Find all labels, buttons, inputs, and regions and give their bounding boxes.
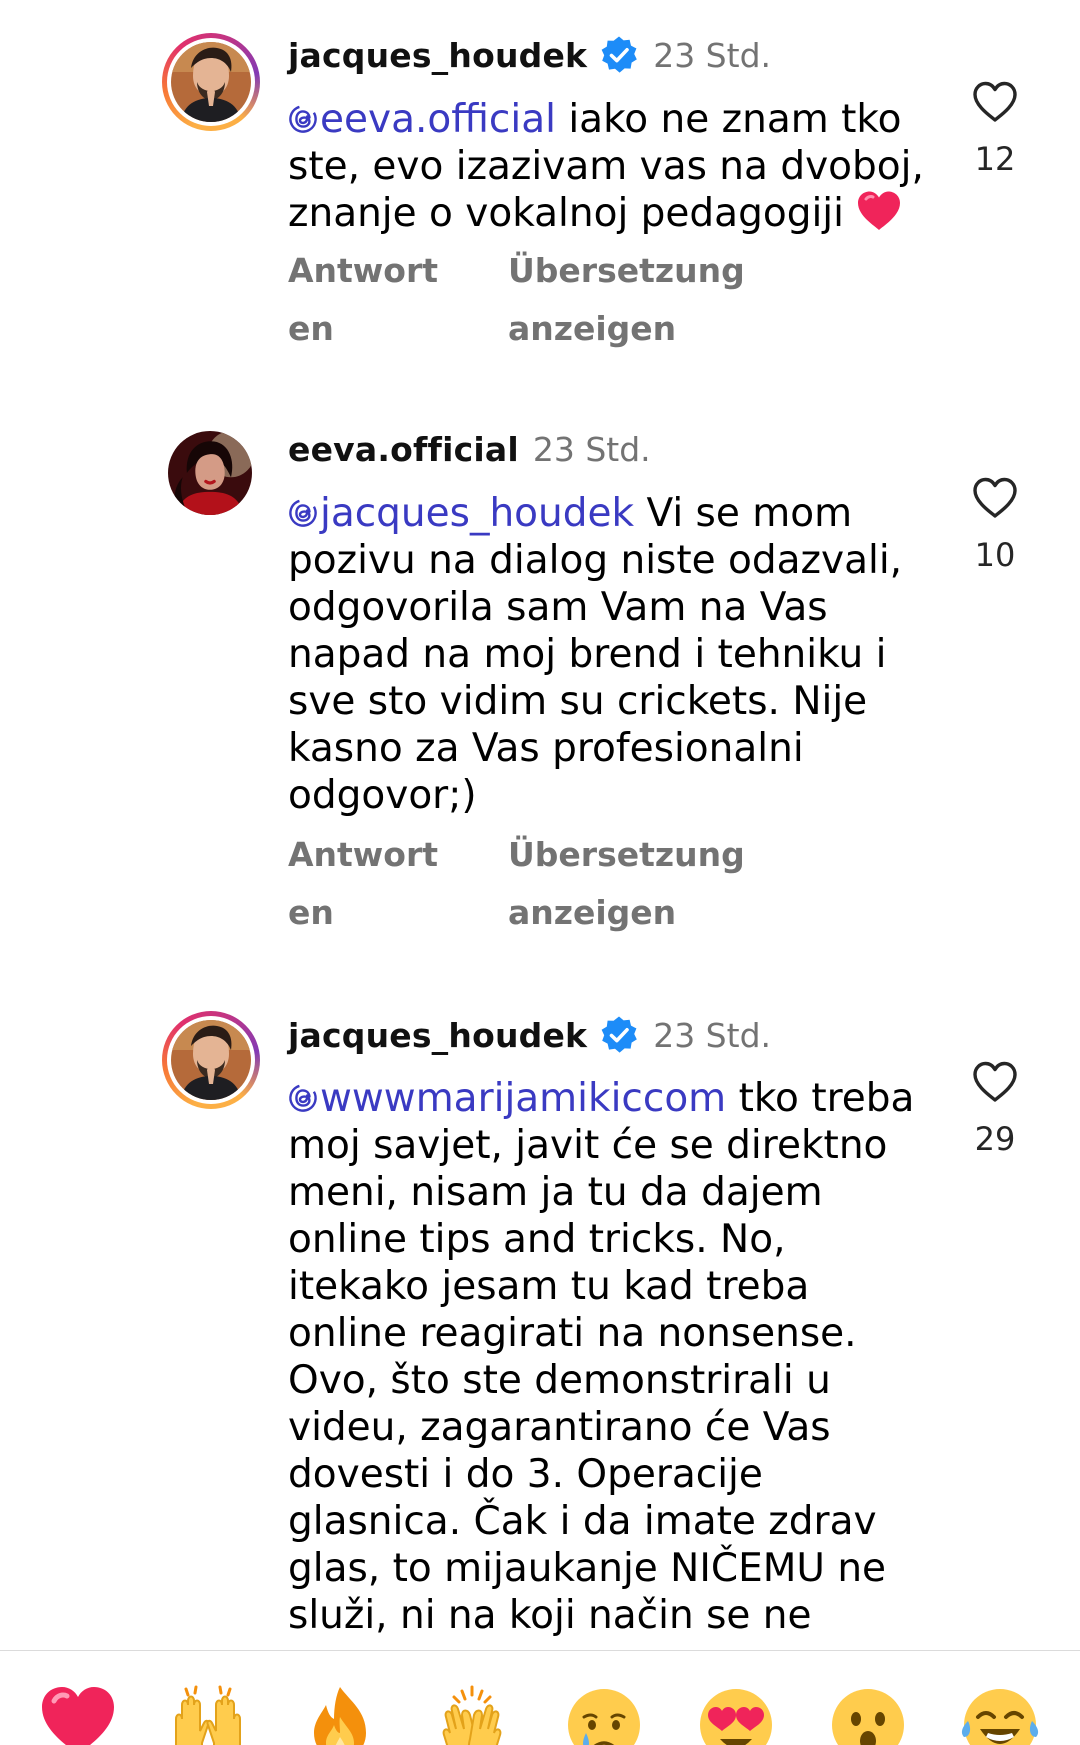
crying-face-emoji[interactable] <box>564 1681 644 1745</box>
tears-of-joy-emoji[interactable] <box>960 1681 1040 1745</box>
emoji-reaction-bar <box>0 1651 1080 1745</box>
clapping-hands-emoji[interactable] <box>432 1681 512 1745</box>
comment-text-clip: wwwmarijamikiccom tko treba moj savjet, … <box>0 0 1080 1642</box>
heart-outline-icon[interactable] <box>971 1060 1019 1104</box>
mention-link[interactable]: wwwmarijamikiccom <box>288 1076 726 1121</box>
like-count: 29 <box>974 1120 1016 1158</box>
fire-emoji[interactable] <box>300 1681 380 1745</box>
heart-eyes-emoji[interactable] <box>696 1681 776 1745</box>
like-control: 29 <box>960 1060 1030 1158</box>
threads-icon <box>288 1083 318 1113</box>
surprised-face-emoji[interactable] <box>828 1681 908 1745</box>
raising-hands-emoji[interactable] <box>168 1681 248 1745</box>
red-heart-emoji[interactable] <box>38 1681 118 1745</box>
comment-text: wwwmarijamikiccom tko treba moj savjet, … <box>288 1075 928 1642</box>
